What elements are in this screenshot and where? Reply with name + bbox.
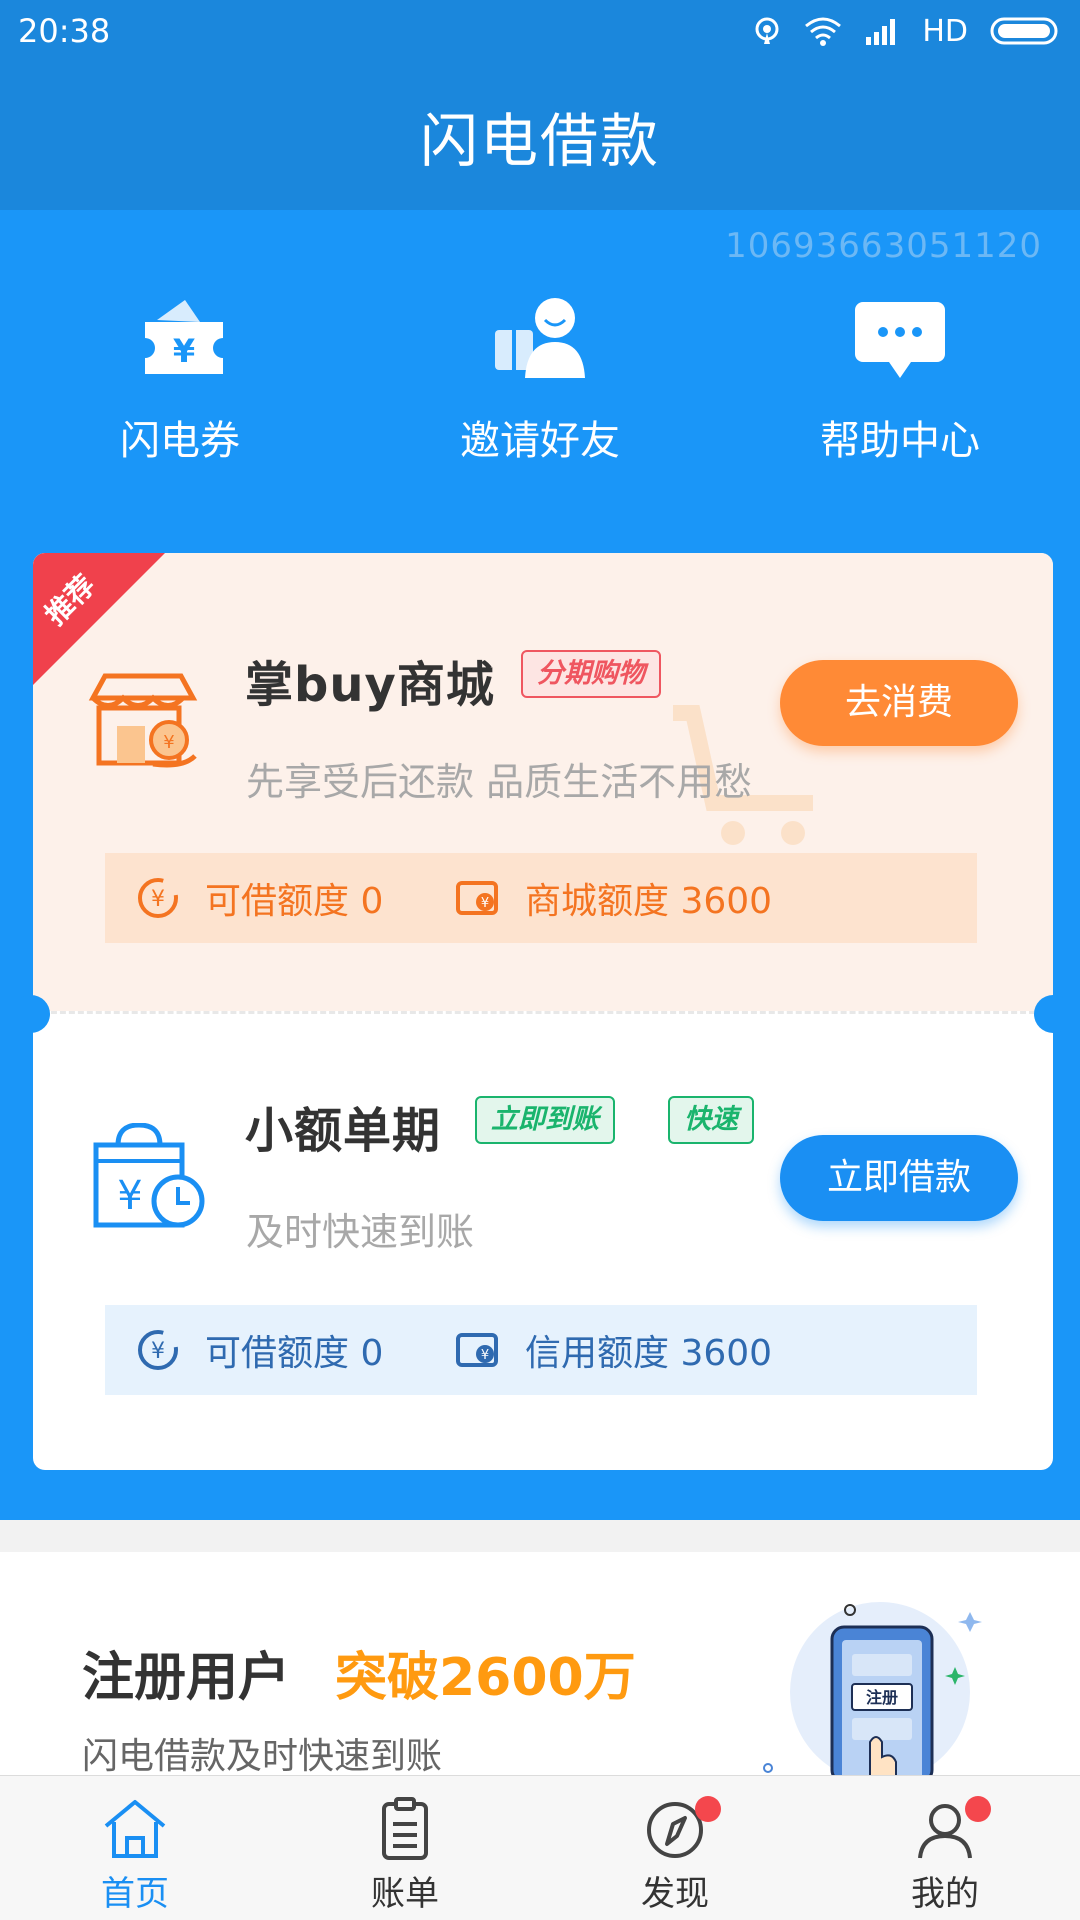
svg-text:¥: ¥ [481,1348,489,1363]
battery-icon [990,17,1058,45]
loan-quota-bar: ¥ 可借额度 0 ¥ 信用额度 3600 [105,1305,977,1395]
promo-subtitle: 闪电借款及时快速到账 [82,1736,443,1777]
shop-icon: ¥ [88,673,198,768]
quick-label-help: 帮助中心 [820,418,980,464]
app-header: 闪电借款 [0,62,1080,210]
tab-label-home: 首页 [101,1874,169,1914]
status-time: 20:38 [18,12,111,50]
quick-label-coupon: 闪电券 [120,418,240,464]
card-notch-left [12,995,50,1033]
tab-bill[interactable]: 账单 [270,1776,540,1920]
product-card: 推荐 ¥ 掌buy商城 分期购物 先享受后还款 品质生活不用愁 去消费 ¥ 可借… [33,553,1053,1470]
shopping-bag-clock-icon: ¥ [93,1123,205,1228]
promo-banner[interactable]: 注册用户 突破2600万 闪电借款及时快速到账 注册 [0,1552,1080,1782]
mall-quota-bar: ¥ 可借额度 0 ¥ 商城额度 3600 [105,853,977,943]
quick-nav: ¥ 闪电券 邀请好友 帮助中心 [0,290,1080,490]
quick-label-invite: 邀请好友 [460,418,620,464]
tab-label-discover: 发现 [641,1874,709,1914]
invite-friend-icon [495,298,585,378]
coupon-icon: ¥ [145,300,223,374]
wifi-icon [805,17,842,46]
product-name-small-loan: 小额单期 [245,1103,442,1159]
svg-text:¥: ¥ [481,896,489,911]
help-chat-icon [855,302,945,378]
network-type: HD [922,13,968,49]
loan-available-label: 可借额度 0 [205,1333,384,1374]
mall-available-label: 可借额度 0 [205,881,384,922]
promo-highlight: 突破2600万 [335,1648,636,1708]
bottom-tab-bar: 首页 账单 发现 我的 [0,1775,1080,1920]
tab-profile[interactable]: 我的 [810,1776,1080,1920]
mall-available-quota: ¥ 可借额度 0 [135,872,455,924]
svg-text:¥: ¥ [117,1173,142,1219]
promo-art-label: 注册 [866,1688,898,1707]
quick-item-coupon[interactable]: ¥ 闪电券 [70,290,290,466]
phone-register-illustration: 注册 [763,1602,982,1782]
svg-text:¥: ¥ [173,332,195,370]
quick-item-help[interactable]: 帮助中心 [790,290,1010,466]
bill-icon [382,1797,428,1860]
card-divider [33,1011,1053,1014]
product-name-mall: 掌buy商城 [245,657,495,713]
discover-badge [695,1796,721,1822]
status-bar: 20:38 HD [0,0,1080,62]
tag-fast: 快速 [668,1096,754,1144]
home-icon [104,1800,166,1858]
hero-section: 10693663051120 ¥ 闪电券 邀请好友 帮助中心 推荐 ¥ 掌buy… [0,210,1080,1520]
wallet-yuan-icon: ¥ [456,881,498,915]
tag-installment: 分期购物 [521,650,661,698]
go-shopping-button[interactable]: 去消费 [780,660,1018,746]
product-desc-small-loan: 及时快速到账 [246,1210,475,1254]
page-title: 闪电借款 [419,107,660,175]
status-icons: HD [752,14,1062,49]
mall-credit-quota: ¥ 商城额度 3600 [455,872,772,924]
tab-label-profile: 我的 [911,1874,979,1914]
tab-home[interactable]: 首页 [0,1776,270,1920]
quick-item-invite[interactable]: 邀请好友 [430,290,650,466]
promo-title: 注册用户 [82,1648,291,1708]
card-notch-right [1034,995,1072,1033]
tag-instant-arrival: 立即到账 [475,1096,615,1144]
loan-credit-label: 信用额度 3600 [525,1333,773,1374]
profile-badge [965,1796,991,1822]
mall-section: 推荐 ¥ 掌buy商城 分期购物 先享受后还款 品质生活不用愁 去消费 ¥ 可借… [33,553,1053,1011]
product-desc-mall: 先享受后还款 品质生活不用愁 [246,760,753,804]
svg-text:¥: ¥ [151,887,165,912]
wallet-yuan-icon: ¥ [456,1333,498,1367]
refresh-yuan-icon: ¥ [138,878,178,918]
svg-text:¥: ¥ [151,1339,165,1364]
hotspot-icon [755,17,779,44]
signal-icon [866,19,896,45]
loan-credit-quota: ¥ 信用额度 3600 [455,1324,772,1376]
mall-credit-label: 商城额度 3600 [525,881,773,922]
borrow-now-button[interactable]: 立即借款 [780,1135,1018,1221]
tab-discover[interactable]: 发现 [540,1776,810,1920]
user-id: 10693663051120 [725,226,1042,266]
loan-available-quota: ¥ 可借额度 0 [135,1324,455,1376]
refresh-yuan-icon: ¥ [138,1330,178,1370]
svg-text:¥: ¥ [163,732,174,753]
tab-label-bill: 账单 [371,1874,439,1914]
